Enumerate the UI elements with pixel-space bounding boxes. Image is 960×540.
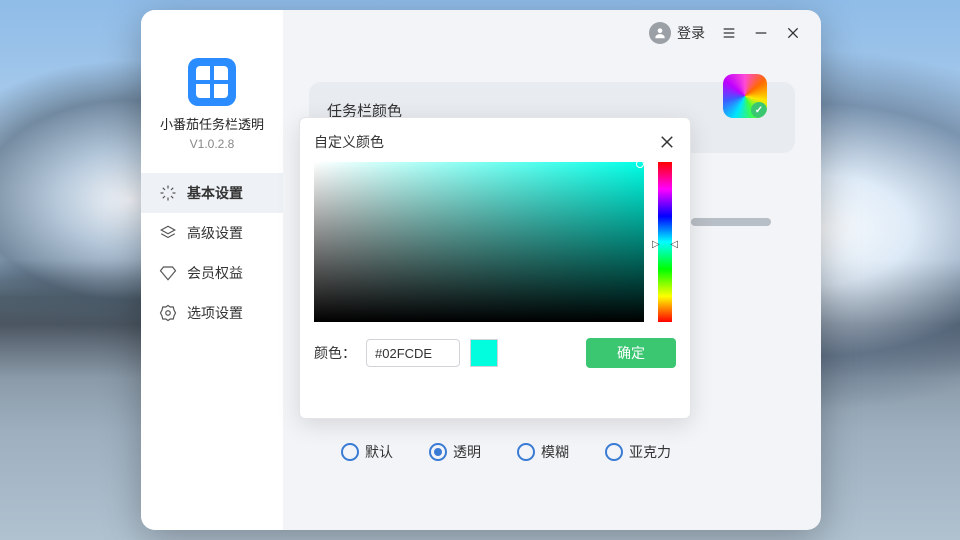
titlebar: 登录	[649, 10, 821, 56]
color-swatch-selected[interactable]: ✓	[723, 74, 767, 118]
radio-acrylic[interactable]: 亚克力	[605, 442, 671, 462]
desktop-wallpaper: 登录 小番茄任务栏透明 V1.0.2.8 基本设置	[0, 0, 960, 540]
radio-default[interactable]: 默认	[341, 442, 393, 462]
sidebar-item-options[interactable]: 选项设置	[141, 293, 283, 333]
close-icon[interactable]	[785, 25, 801, 41]
app-logo	[188, 58, 236, 106]
hex-input[interactable]	[366, 339, 460, 367]
app-version: V1.0.2.8	[141, 137, 283, 151]
minimize-icon[interactable]	[753, 25, 769, 41]
avatar-icon	[649, 22, 671, 44]
picker-footer: 颜色： 确定	[314, 338, 676, 368]
dialog-close-icon[interactable]	[658, 133, 676, 151]
saturation-value-panel[interactable]	[314, 162, 644, 322]
sidebar-item-basic[interactable]: 基本设置	[141, 173, 283, 213]
nav-list: 基本设置 高级设置 会员权益 选项设置	[141, 173, 283, 333]
sv-cursor	[636, 160, 644, 168]
radio-icon	[605, 443, 623, 461]
menu-icon[interactable]	[721, 25, 737, 41]
diamond-icon	[159, 264, 177, 282]
sidebar-item-vip[interactable]: 会员权益	[141, 253, 283, 293]
check-icon: ✓	[751, 102, 767, 118]
picker-body: ▷◁	[314, 162, 676, 322]
gear-icon	[159, 304, 177, 322]
taskbar-mode-radios: 默认 透明 模糊 亚克力	[341, 442, 671, 462]
sidebar-item-label: 会员权益	[187, 263, 243, 283]
hex-label: 颜色：	[314, 343, 356, 363]
sidebar: 小番茄任务栏透明 V1.0.2.8 基本设置 高级设置 会员权益 选项设置	[141, 10, 283, 530]
confirm-button[interactable]: 确定	[586, 338, 676, 368]
radio-label: 透明	[453, 442, 481, 462]
radio-label: 模糊	[541, 442, 569, 462]
sidebar-item-label: 选项设置	[187, 303, 243, 323]
slider-preview[interactable]	[691, 218, 771, 226]
app-window: 登录 小番茄任务栏透明 V1.0.2.8 基本设置	[141, 10, 821, 530]
color-preview	[470, 339, 498, 367]
radio-icon	[341, 443, 359, 461]
radio-label: 默认	[365, 442, 393, 462]
radio-blur[interactable]: 模糊	[517, 442, 569, 462]
radio-icon	[429, 443, 447, 461]
dialog-header: 自定义颜色	[314, 132, 676, 152]
layers-icon	[159, 224, 177, 242]
dialog-title: 自定义颜色	[314, 132, 384, 152]
radio-transparent[interactable]: 透明	[429, 442, 481, 462]
sidebar-item-advanced[interactable]: 高级设置	[141, 213, 283, 253]
hue-slider[interactable]: ▷◁	[658, 162, 672, 322]
app-name: 小番茄任务栏透明	[141, 114, 283, 133]
sidebar-item-label: 高级设置	[187, 223, 243, 243]
login-button[interactable]: 登录	[649, 22, 705, 44]
hue-indicator: ▷◁	[652, 240, 678, 250]
sidebar-item-label: 基本设置	[187, 183, 243, 203]
spark-icon	[159, 184, 177, 202]
radio-icon	[517, 443, 535, 461]
radio-label: 亚克力	[629, 442, 671, 462]
color-picker-dialog: 自定义颜色 ▷◁ 颜色： 确定	[299, 117, 691, 419]
login-label: 登录	[677, 23, 705, 43]
